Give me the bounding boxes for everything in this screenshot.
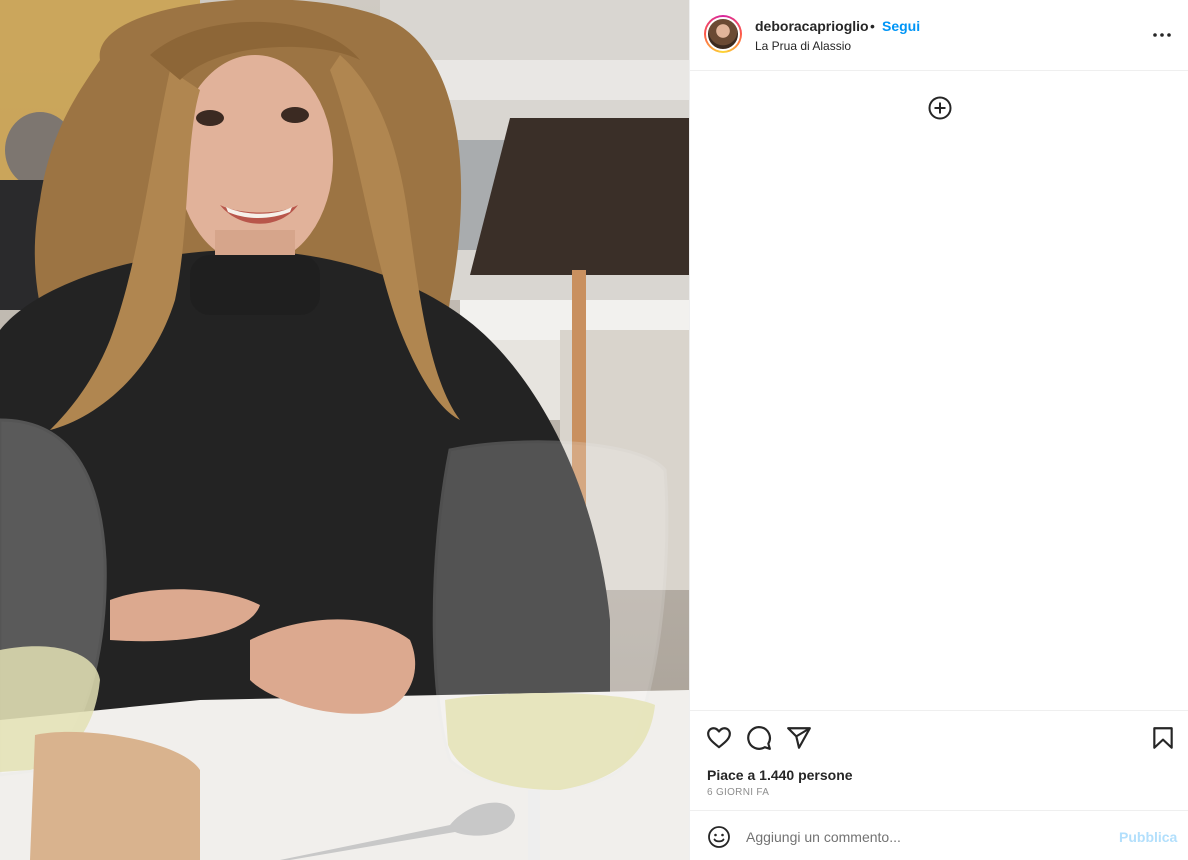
avatar[interactable] — [706, 17, 740, 51]
post-sidebar: deboracaprioglio • Segui La Prua di Alas… — [689, 0, 1188, 860]
post-actions: Piace a 1.440 persone 6 GIORNI FA — [690, 710, 1188, 810]
bookmark-icon[interactable] — [1150, 725, 1176, 751]
share-icon[interactable] — [786, 725, 812, 751]
comment-composer: Pubblica — [690, 810, 1188, 860]
comment-input[interactable] — [746, 825, 1106, 849]
more-options-icon[interactable] — [1150, 25, 1174, 45]
post-photo[interactable] — [0, 0, 689, 860]
emoji-icon[interactable] — [707, 825, 731, 849]
comment-icon[interactable] — [746, 725, 772, 751]
photo-illustration — [0, 0, 689, 860]
comments-list — [690, 72, 1188, 710]
location-link[interactable]: La Prua di Alassio — [755, 39, 851, 53]
separator-dot: • — [870, 18, 875, 34]
add-circle-icon[interactable] — [927, 95, 953, 121]
publish-button[interactable]: Pubblica — [1119, 829, 1177, 845]
username-link[interactable]: deboracaprioglio — [755, 18, 869, 34]
post-header: deboracaprioglio • Segui La Prua di Alas… — [690, 0, 1188, 71]
follow-button[interactable]: Segui — [882, 18, 920, 34]
likes-count[interactable]: Piace a 1.440 persone — [707, 767, 853, 783]
heart-icon[interactable] — [706, 725, 732, 751]
avatar-story-ring[interactable] — [704, 15, 742, 53]
post-timestamp[interactable]: 6 GIORNI FA — [707, 787, 769, 798]
